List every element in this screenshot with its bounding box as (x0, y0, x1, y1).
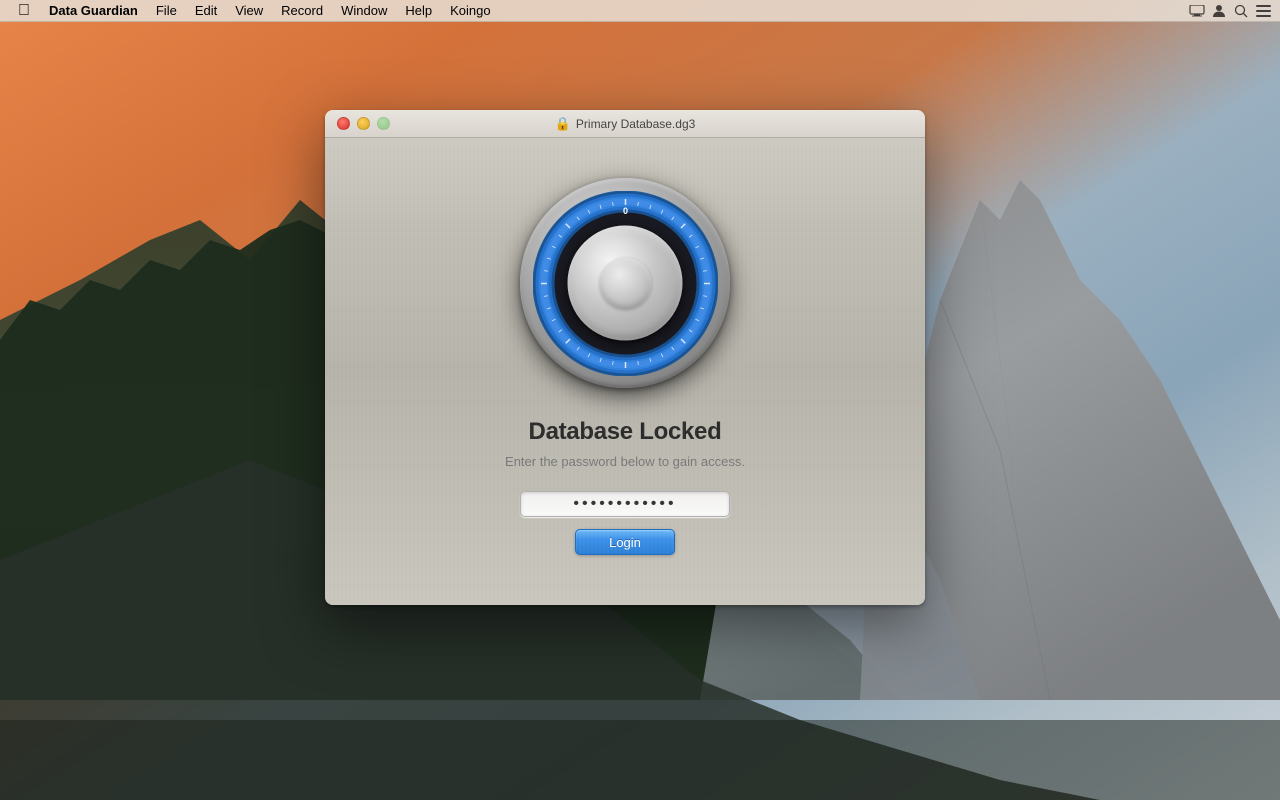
locked-title: Database Locked (529, 418, 722, 446)
locked-subtitle: Enter the password below to gain access. (505, 454, 745, 469)
lock-knob (568, 226, 683, 341)
view-menu[interactable]: View (226, 0, 272, 22)
record-menu[interactable]: Record (272, 0, 332, 22)
user-icon[interactable] (1210, 2, 1228, 20)
maximize-button[interactable] (377, 117, 390, 130)
menubar:  Data Guardian File Edit View Record Wi… (0, 0, 1280, 22)
file-icon: 🔒 (555, 116, 571, 132)
login-button[interactable]: Login (575, 529, 675, 555)
file-menu[interactable]: File (147, 0, 186, 22)
help-menu[interactable]: Help (396, 0, 441, 22)
menubar-left:  Data Guardian File Edit View Record Wi… (8, 0, 1188, 22)
apple-menu[interactable]:  (8, 0, 40, 22)
lock-graphic: 0 5 10 15 20 25 30 (520, 178, 730, 388)
lock-outer-ring: 0 5 10 15 20 25 30 (520, 178, 730, 388)
traffic-lights (337, 117, 390, 130)
search-icon[interactable] (1232, 2, 1250, 20)
list-icon[interactable] (1254, 2, 1272, 20)
titlebar: 🔒 Primary Database.dg3 (325, 110, 925, 138)
password-input[interactable] (520, 491, 730, 517)
app-name[interactable]: Data Guardian (40, 0, 147, 22)
display-icon[interactable] (1188, 2, 1206, 20)
koingo-menu[interactable]: Koingo (441, 0, 499, 22)
minimize-button[interactable] (357, 117, 370, 130)
menubar-right (1188, 2, 1272, 20)
window-title: 🔒 Primary Database.dg3 (555, 116, 696, 132)
svg-text:0: 0 (622, 206, 627, 216)
window-menu[interactable]: Window (332, 0, 396, 22)
window-content: 0 5 10 15 20 25 30 (325, 138, 925, 605)
app-window: 🔒 Primary Database.dg3 (325, 110, 925, 605)
edit-menu[interactable]: Edit (186, 0, 226, 22)
close-button[interactable] (337, 117, 350, 130)
